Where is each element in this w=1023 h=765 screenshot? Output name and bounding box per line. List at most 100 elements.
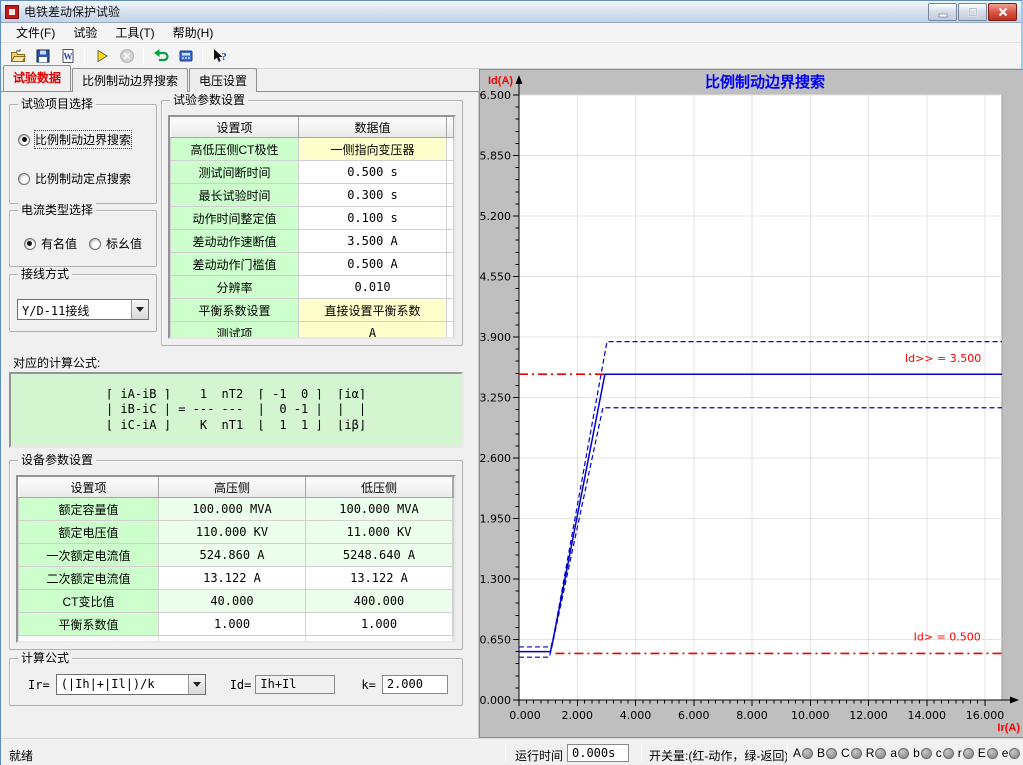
high-side-value[interactable]: 524.860 A bbox=[159, 544, 306, 567]
k-value-input[interactable]: 2.000 bbox=[382, 675, 448, 694]
indicator-letter: e bbox=[1002, 746, 1009, 760]
param-value[interactable]: 直接设置平衡系数 bbox=[299, 299, 447, 322]
toolbar-separator bbox=[143, 47, 144, 65]
spacer-cell bbox=[453, 613, 454, 636]
app-window: 电铁差动保护试验 文件(F) 试验 工具(T) 帮助(H) bbox=[0, 0, 1023, 765]
high-side-value[interactable]: 110.000 KV bbox=[159, 521, 306, 544]
indicator-letter: B bbox=[817, 746, 825, 760]
indicator-lamp-icon bbox=[943, 748, 954, 759]
param-value[interactable]: 0.500 s bbox=[299, 161, 447, 184]
dropdown-button[interactable] bbox=[131, 300, 148, 319]
param-value[interactable]: 0.100 s bbox=[299, 207, 447, 230]
statusbar-separator bbox=[641, 744, 642, 762]
param-name: 差动动作门槛值 bbox=[171, 253, 299, 276]
menu-item-file[interactable]: 文件(F) bbox=[7, 22, 64, 43]
minimize-button[interactable] bbox=[928, 3, 957, 21]
word-document-icon: W bbox=[60, 48, 76, 64]
spacer-cell bbox=[447, 184, 454, 207]
export-report-button[interactable]: W bbox=[55, 45, 80, 67]
param-value[interactable]: 一侧指向变压器 bbox=[299, 138, 447, 161]
tab-voltage-settings[interactable]: 电压设置 bbox=[189, 68, 257, 92]
radio-icon bbox=[18, 134, 30, 146]
toolbar-separator bbox=[84, 47, 85, 65]
menu-item-tools[interactable]: 工具(T) bbox=[106, 22, 163, 43]
radio-fixed-point-search[interactable]: 比例制动定点搜索 bbox=[18, 170, 148, 187]
context-help-button[interactable]: ? bbox=[207, 45, 232, 67]
radio-icon bbox=[89, 238, 101, 250]
param-name: 测试间断时间 bbox=[171, 161, 299, 184]
param-name: 一次额定电流值 bbox=[19, 544, 159, 567]
low-side-value[interactable]: 1.000 bbox=[306, 613, 453, 636]
param-value[interactable]: A bbox=[299, 322, 447, 340]
statusbar-separator bbox=[787, 744, 788, 762]
radio-per-unit-value[interactable]: 标幺值 bbox=[89, 235, 142, 252]
id-label: Id= bbox=[230, 678, 252, 692]
switch-indicator-b: b bbox=[913, 746, 934, 760]
param-name: 最长试验时间 bbox=[171, 184, 299, 207]
help-pointer-icon: ? bbox=[212, 48, 228, 64]
x-tick-label: 16.000 bbox=[966, 709, 1005, 722]
param-name: CT变比值 bbox=[19, 590, 159, 613]
param-name: 分辨率 bbox=[171, 276, 299, 299]
param-name: 平衡系数值 bbox=[19, 613, 159, 636]
low-side-value[interactable]: 100.000 MVA bbox=[306, 498, 453, 521]
tab-bar: 试验数据 比例制动边界搜索 电压设置 bbox=[1, 69, 479, 92]
wiring-mode-select[interactable]: Y/D-11接线 bbox=[17, 299, 149, 320]
calculator-button[interactable] bbox=[173, 45, 198, 67]
calc-formula-group: 计算公式 Ir= (|Ih|+|Il|)/k Id= Ih+Il k= 2.00… bbox=[9, 658, 463, 706]
dropdown-button[interactable] bbox=[188, 675, 205, 694]
empty-cell bbox=[159, 636, 306, 644]
indicator-lamp-icon bbox=[987, 748, 998, 759]
spacer-cell bbox=[447, 230, 454, 253]
radio-named-value[interactable]: 有名值 bbox=[24, 235, 77, 252]
low-side-value[interactable]: 11.000 KV bbox=[306, 521, 453, 544]
param-name: 测试项 bbox=[171, 322, 299, 340]
run-test-button[interactable] bbox=[89, 45, 114, 67]
high-side-value[interactable]: 13.122 A bbox=[159, 567, 306, 590]
y-tick-label: 5.850 bbox=[480, 150, 511, 163]
undo-button[interactable] bbox=[148, 45, 173, 67]
status-ready-text: 就绪 bbox=[9, 747, 33, 764]
indicator-lamp-icon bbox=[921, 748, 932, 759]
indicator-letter: E bbox=[978, 746, 986, 760]
k-label: k= bbox=[361, 678, 375, 692]
high-side-value[interactable]: 40.000 bbox=[159, 590, 306, 613]
status-bar: 就绪 运行时间 0.000s 开关量:(红-动作，绿-返回) ABCRabcrE… bbox=[1, 738, 1023, 765]
svg-text:?: ? bbox=[221, 51, 227, 63]
low-side-value[interactable]: 400.000 bbox=[306, 590, 453, 613]
high-side-value[interactable]: 1.000 bbox=[159, 613, 306, 636]
y-axis-label: Id(A) bbox=[488, 75, 513, 87]
menu-item-help[interactable]: 帮助(H) bbox=[164, 22, 223, 43]
open-button[interactable] bbox=[5, 45, 30, 67]
y-tick-label: 2.600 bbox=[480, 452, 511, 465]
tab-ratio-brake-boundary-search[interactable]: 比例制动边界搜索 bbox=[72, 68, 188, 92]
x-tick-label: 4.000 bbox=[620, 709, 652, 722]
switch-indicator-E: E bbox=[978, 746, 1000, 760]
close-button[interactable] bbox=[988, 3, 1017, 21]
stop-test-button bbox=[114, 45, 139, 67]
matrix-formula: ⌈ iA-iB ⌉ 1 nT2 ⌈ -1 0 ⌉ ⌈iα⌉ | iB-iC | … bbox=[106, 387, 366, 434]
param-value[interactable]: 0.010 bbox=[299, 276, 447, 299]
param-value[interactable]: 3.500 A bbox=[299, 230, 447, 253]
param-value[interactable]: 0.500 A bbox=[299, 253, 447, 276]
indicator-letter: R bbox=[866, 746, 875, 760]
ir-formula-select[interactable]: (|Ih|+|Il|)/k bbox=[56, 674, 206, 695]
high-side-value[interactable]: 100.000 MVA bbox=[159, 498, 306, 521]
low-side-value[interactable]: 13.122 A bbox=[306, 567, 453, 590]
svg-text:W: W bbox=[63, 51, 72, 61]
setline-annotation: Id>> = 3.500 bbox=[905, 352, 981, 365]
low-side-value[interactable]: 5248.640 A bbox=[306, 544, 453, 567]
menu-item-test[interactable]: 试验 bbox=[64, 22, 106, 43]
tab-test-data[interactable]: 试验数据 bbox=[3, 65, 71, 91]
indicator-letter: C bbox=[841, 746, 850, 760]
radio-icon bbox=[24, 238, 36, 250]
maximize-button[interactable] bbox=[958, 3, 987, 21]
save-button[interactable] bbox=[30, 45, 55, 67]
switch-indicator-A: A bbox=[793, 746, 815, 760]
radio-boundary-search[interactable]: 比例制动边界搜索 bbox=[18, 131, 148, 148]
test-params-table: 设置项 数据值 高低压侧CT极性一侧指向变压器测试间断时间0.500 s最长试验… bbox=[170, 117, 454, 339]
open-folder-icon bbox=[10, 48, 26, 64]
spacer-cell bbox=[453, 498, 454, 521]
param-value[interactable]: 0.300 s bbox=[299, 184, 447, 207]
runtime-value: 0.000s bbox=[567, 744, 629, 762]
